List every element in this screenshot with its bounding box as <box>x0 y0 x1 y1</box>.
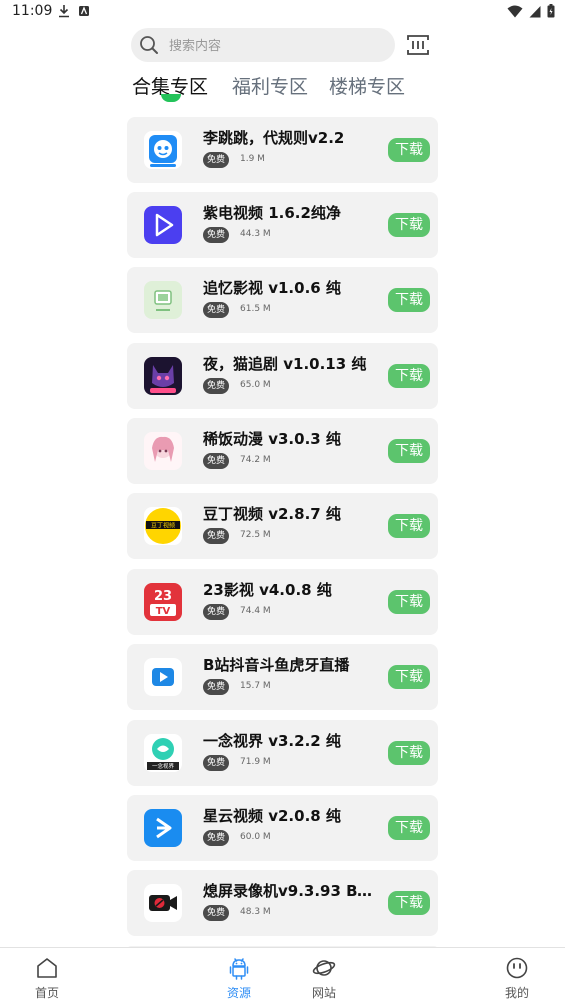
app-size: 60.0 M <box>240 832 271 842</box>
battery-icon <box>547 4 555 18</box>
tab-ladder[interactable]: 楼梯专区 <box>329 72 405 99</box>
tab-welfare[interactable]: 福利专区 <box>232 72 308 99</box>
app-size: 72.5 M <box>240 530 271 540</box>
list-item[interactable]: B站抖音斗鱼虎牙直播 免费 15.7 M 下载 <box>127 644 438 710</box>
free-badge: 免费 <box>203 152 229 168</box>
status-bar: 11:09 <box>0 0 565 24</box>
logo-text: 豆丁视频 <box>151 522 175 530</box>
download-button[interactable]: 下载 <box>388 288 430 312</box>
list-item[interactable]: 23 TV 23影视 v4.0.8 纯 免费 74.4 M 下载 <box>127 569 438 635</box>
nav-profile[interactable]: 我的 <box>487 956 547 1001</box>
app-size: 74.4 M <box>240 606 271 616</box>
free-badge: 免费 <box>203 755 229 771</box>
list-item[interactable]: 追忆影视 v1.0.6 纯 免费 61.5 M 下载 <box>127 267 438 333</box>
search-box[interactable] <box>131 28 395 64</box>
active-tab-indicator <box>161 94 181 102</box>
app-name: 夜，猫追剧 v1.0.13 纯 <box>203 355 367 373</box>
download-button[interactable]: 下载 <box>388 590 430 614</box>
list-item[interactable]: 紫电视频 1.6.2纯净 免费 44.3 M 下载 <box>127 192 438 258</box>
bottom-nav: 首页 资源 网站 我的 <box>0 947 565 1005</box>
free-badge: 免费 <box>203 604 229 620</box>
robot-app-icon <box>144 131 182 169</box>
logo-text: 一念视界 <box>152 762 175 770</box>
cat-app-icon <box>144 357 182 395</box>
nav-label: 资源 <box>226 986 251 1000</box>
planet-icon <box>312 960 336 976</box>
home-icon <box>37 958 57 978</box>
nav-label: 网站 <box>311 986 336 1000</box>
app-size: 65.0 M <box>240 380 271 390</box>
list-item[interactable]: 星云视频 v2.0.8 纯 免费 60.0 M 下载 <box>127 795 438 861</box>
nav-resources[interactable]: 资源 <box>209 956 269 1001</box>
status-time: 11:09 <box>12 3 53 19</box>
download-button[interactable]: 下载 <box>388 741 430 765</box>
list-item[interactable]: 豆丁视频 豆丁视频 v2.8.7 纯 免费 72.5 M 下载 <box>127 493 438 559</box>
app-name: 稀饭动漫 v3.0.3 纯 <box>203 430 341 448</box>
free-badge: 免费 <box>203 453 229 469</box>
scan-icon[interactable] <box>406 34 430 56</box>
download-button[interactable]: 下载 <box>388 816 430 840</box>
list-item[interactable]: 一念视界 一念视界 v3.2.2 纯 免费 71.9 M 下载 <box>127 720 438 786</box>
search-input[interactable] <box>167 28 391 64</box>
free-badge: 免费 <box>203 302 229 318</box>
download-button[interactable]: 下载 <box>388 514 430 538</box>
wifi-icon <box>507 5 523 17</box>
list-item[interactable]: 稀饭动漫 v3.0.3 纯 免费 74.2 M 下载 <box>127 418 438 484</box>
app-size: 61.5 M <box>240 304 271 314</box>
anime-girl-app-icon <box>144 432 182 470</box>
app-name: B站抖音斗鱼虎牙直播 <box>203 656 350 674</box>
douding-app-icon: 豆丁视频 <box>144 507 182 545</box>
nav-websites[interactable]: 网站 <box>294 956 354 1001</box>
free-badge: 免费 <box>203 227 229 243</box>
nav-label: 首页 <box>34 986 59 1000</box>
app-name: 豆丁视频 v2.8.7 纯 <box>203 505 341 523</box>
app-size: 71.9 M <box>240 757 271 767</box>
free-badge: 免费 <box>203 528 229 544</box>
app-name: 李跳跳，代规则v2.2 <box>203 129 345 147</box>
nav-label: 我的 <box>504 986 529 1000</box>
tv-app-icon <box>144 281 182 319</box>
free-badge: 免费 <box>203 905 229 921</box>
download-button[interactable]: 下载 <box>388 665 430 689</box>
list-item[interactable]: 熄屏录像机v9.3.93 BVR… 免费 48.3 M 下载 <box>127 870 438 936</box>
download-button[interactable]: 下载 <box>388 364 430 388</box>
app-name: 紫电视频 1.6.2纯净 <box>203 204 341 222</box>
free-badge: 免费 <box>203 378 229 394</box>
free-badge: 免费 <box>203 679 229 695</box>
download-button[interactable]: 下载 <box>388 138 430 162</box>
app-name: 星云视频 v2.0.8 纯 <box>203 807 341 825</box>
app-size: 15.7 M <box>240 681 271 691</box>
app-size: 48.3 M <box>240 907 271 917</box>
nav-home[interactable]: 首页 <box>17 956 77 1001</box>
app-name: 23影视 v4.0.8 纯 <box>203 581 332 599</box>
signal-icon <box>529 5 541 17</box>
app-name: 一念视界 v3.2.2 纯 <box>203 732 341 750</box>
logo-text: 23 <box>154 589 172 604</box>
free-badge: 免费 <box>203 830 229 846</box>
app-size: 74.2 M <box>240 455 271 465</box>
notification-app-icon <box>79 6 89 16</box>
list-item[interactable]: 李跳跳，代规则v2.2 免费 1.9 M 下载 <box>127 117 438 183</box>
logo-text: TV <box>156 606 171 617</box>
list-item[interactable]: 夜，猫追剧 v1.0.13 纯 免费 65.0 M 下载 <box>127 343 438 409</box>
camera-app-icon <box>144 884 182 922</box>
app-size: 44.3 M <box>240 229 271 239</box>
download-button[interactable]: 下载 <box>388 891 430 915</box>
download-button[interactable]: 下载 <box>388 213 430 237</box>
app-size: 1.9 M <box>240 154 265 164</box>
xingyun-app-icon <box>144 809 182 847</box>
download-button[interactable]: 下载 <box>388 439 430 463</box>
android-icon <box>229 958 249 980</box>
face-icon <box>506 957 528 979</box>
23tv-app-icon: 23 TV <box>144 583 182 621</box>
search-icon <box>140 36 158 54</box>
download-status-icon <box>59 5 69 18</box>
play-triangle-app-icon <box>144 206 182 244</box>
live-play-app-icon <box>144 658 182 696</box>
yinian-app-icon: 一念视界 <box>144 734 182 772</box>
app-name: 追忆影视 v1.0.6 纯 <box>203 279 341 297</box>
app-name: 熄屏录像机v9.3.93 BVR… <box>203 882 383 900</box>
